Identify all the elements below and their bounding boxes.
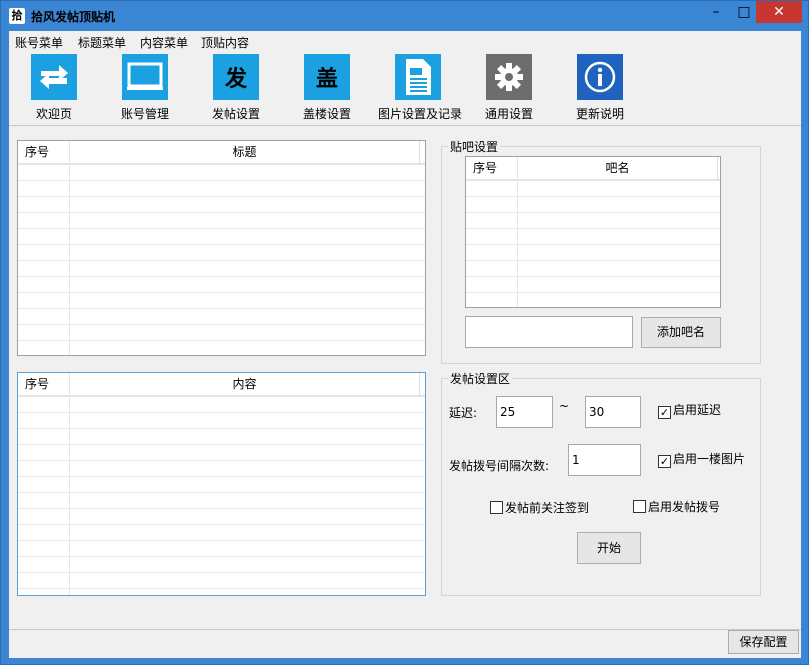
add-forum-button[interactable]: 添加吧名 [641, 317, 721, 348]
delay-label: 延迟: [449, 406, 478, 420]
col-content[interactable]: 内容 [70, 373, 420, 395]
menu-content[interactable]: 内容菜单 [140, 34, 188, 51]
enable-first-image-checkbox[interactable]: ✓ 启用一楼图片 [658, 450, 745, 468]
info-icon [577, 54, 623, 100]
grid-rows [466, 180, 720, 307]
toolbar-label: 图片设置及记录 [378, 107, 463, 121]
text-glyph: 发 [224, 67, 247, 92]
col-index[interactable]: 序号 [18, 373, 70, 395]
grid-divider [517, 157, 518, 307]
delay-max-input[interactable]: 30 [585, 396, 641, 428]
checkbox-label: 启用延迟 [673, 403, 722, 417]
group-title: 发帖设置区 [448, 370, 513, 387]
menu-title[interactable]: 标题菜单 [78, 34, 126, 51]
app-icon: 拾 [9, 8, 25, 24]
toolbar: 欢迎页 账号管理 发 发帖设置 盖 盖楼设置 图片设置及记录 通用设置 更新说明 [9, 51, 801, 126]
col-index[interactable]: 序号 [466, 157, 518, 179]
grid-header: 序号 内容 [18, 373, 425, 396]
enable-delay-checkbox[interactable]: ✓ 启用延迟 [658, 401, 721, 419]
enable-dial-checkbox[interactable]: 启用发帖拨号 [633, 498, 720, 515]
toolbar-post-settings-button[interactable]: 发 发帖设置 [196, 54, 276, 122]
group-title: 贴吧设置 [448, 138, 501, 155]
maximize-button[interactable]: □ [729, 1, 759, 23]
app-window: 拾 拾风发帖顶贴机 – □ ✕ 账号菜单 标题菜单 内容菜单 顶贴内容 欢迎页 … [0, 0, 809, 665]
checkbox-label: 启用一楼图片 [673, 452, 746, 466]
toolbar-label: 发帖设置 [211, 107, 260, 121]
window-title: 拾风发帖顶贴机 [31, 10, 116, 24]
follow-sign-checkbox[interactable]: 发帖前关注签到 [490, 499, 589, 516]
delay-min-input[interactable]: 25 [496, 396, 553, 428]
checkbox-box: ✓ [658, 455, 671, 468]
text-icon: 盖 [304, 54, 350, 100]
gear-icon [486, 54, 532, 100]
toolbar-general-settings-button[interactable]: 通用设置 [469, 54, 549, 122]
checkbox-box [633, 500, 646, 513]
toolbar-image-settings-button[interactable]: 图片设置及记录 [378, 54, 463, 122]
main-content: 序号 标题 序号 内容 贴吧设置 序号 吧名 添加吧名 发帖设置区 延迟: 25… [9, 126, 801, 629]
toolbar-update-notes-button[interactable]: 更新说明 [560, 54, 640, 122]
checkbox-box: ✓ [658, 406, 671, 419]
col-index[interactable]: 序号 [18, 141, 70, 163]
toolbar-label: 欢迎页 [35, 107, 72, 121]
minimize-button[interactable]: – [701, 1, 731, 23]
grid-divider [69, 141, 70, 355]
toolbar-label: 更新说明 [575, 107, 624, 121]
grid-rows [18, 396, 425, 595]
content-grid[interactable]: 序号 内容 [17, 372, 426, 596]
interval-label: 发帖拨号间隔次数: [449, 459, 550, 473]
interval-input[interactable]: 1 [568, 444, 641, 476]
start-button[interactable]: 开始 [577, 532, 641, 564]
delay-tilde: ~ [559, 399, 570, 413]
menu-bump-content[interactable]: 顶贴内容 [201, 34, 249, 51]
toolbar-label: 盖楼设置 [302, 107, 351, 121]
toolbar-label: 通用设置 [484, 107, 533, 121]
monitor-icon [122, 54, 168, 100]
toolbar-account-button[interactable]: 账号管理 [105, 54, 185, 122]
swap-arrows-icon [31, 54, 77, 100]
document-icon [395, 54, 441, 100]
forum-grid[interactable]: 序号 吧名 [465, 156, 721, 308]
toolbar-welcome-button[interactable]: 欢迎页 [14, 54, 94, 122]
save-config-button[interactable]: 保存配置 [728, 630, 799, 654]
post-settings-group: 发帖设置区 延迟: 25 ~ 30 ✓ 启用延迟 发帖拨号间隔次数: 1 ✓ 启用一… [441, 370, 761, 596]
grid-rows [18, 164, 425, 355]
checkbox-label: 启用发帖拨号 [648, 500, 721, 514]
col-forum-name[interactable]: 吧名 [518, 157, 718, 179]
toolbar-label: 账号管理 [120, 107, 169, 121]
forum-settings-group: 贴吧设置 序号 吧名 添加吧名 [441, 138, 761, 364]
checkbox-label: 发帖前关注签到 [505, 501, 590, 515]
status-bar: 保存配置 [9, 629, 801, 658]
grid-divider [69, 373, 70, 595]
toolbar-floor-settings-button[interactable]: 盖 盖楼设置 [287, 54, 367, 122]
title-bar: 拾 拾风发帖顶贴机 – □ ✕ [1, 1, 808, 31]
col-title[interactable]: 标题 [70, 141, 420, 163]
title-grid[interactable]: 序号 标题 [17, 140, 426, 356]
text-glyph: 盖 [315, 67, 338, 92]
menu-bar: 账号菜单 标题菜单 内容菜单 顶贴内容 [9, 31, 801, 51]
grid-header: 序号 标题 [18, 141, 425, 164]
close-button[interactable]: ✕ [756, 1, 802, 23]
grid-header: 序号 吧名 [466, 157, 720, 180]
text-icon: 发 [213, 54, 259, 100]
menu-account[interactable]: 账号菜单 [15, 34, 63, 51]
checkbox-box [490, 501, 503, 514]
forum-name-input[interactable] [465, 316, 633, 348]
